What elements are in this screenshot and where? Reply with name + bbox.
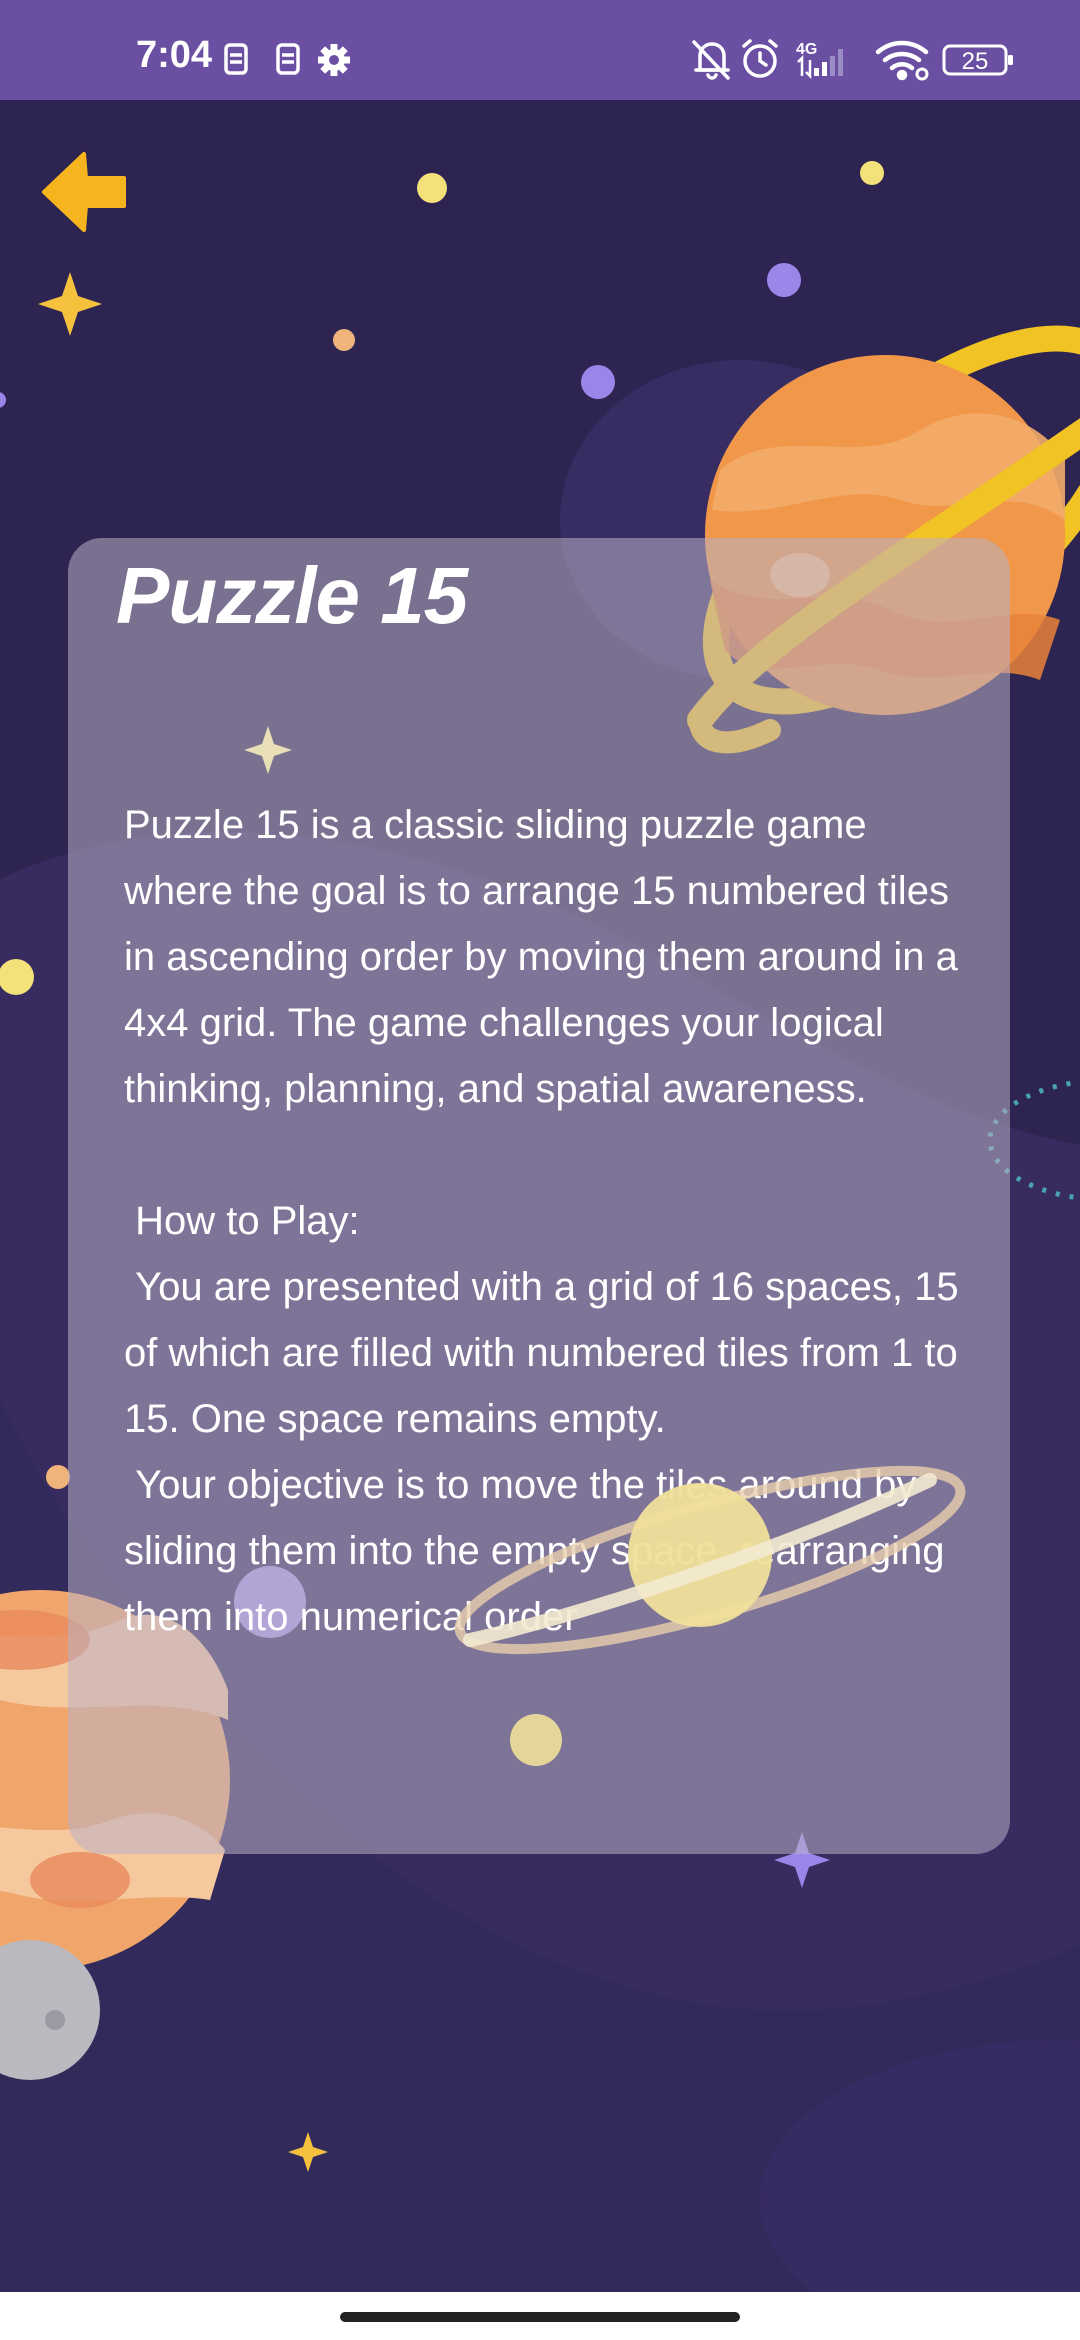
navigation-bar — [0, 2292, 1080, 2340]
signal-icon: 4G — [796, 41, 843, 80]
status-time: 7:04 — [136, 34, 213, 76]
svg-text:25: 25 — [962, 48, 989, 75]
sim-icon — [276, 43, 300, 75]
wifi-icon — [875, 40, 929, 81]
home-indicator[interactable] — [340, 2312, 740, 2322]
status-left-icons — [224, 43, 350, 76]
sparkle-icon — [244, 726, 292, 774]
bell-off-icon — [692, 40, 730, 80]
sim-icon — [224, 43, 248, 75]
puzzle-info-screen: Puzzle 15 Puzzle 15 is a classic sliding… — [0, 0, 1080, 2340]
svg-text:4G: 4G — [796, 41, 817, 58]
page-title: Puzzle 15 — [116, 551, 468, 640]
game-description: Puzzle 15 is a classic sliding puzzle ga… — [124, 803, 959, 1639]
back-button[interactable] — [40, 150, 130, 234]
status-right-icons: 4G 25 — [692, 39, 1013, 81]
alarm-icon — [742, 39, 778, 78]
status-bar: 7:04 4G 25 — [0, 0, 1080, 100]
battery-icon: 25 — [942, 44, 1013, 76]
description-scroll-area[interactable]: Puzzle 15 is a classic sliding puzzle ga… — [124, 792, 964, 1750]
gear-icon — [318, 44, 350, 76]
arrow-left-icon — [42, 152, 126, 232]
